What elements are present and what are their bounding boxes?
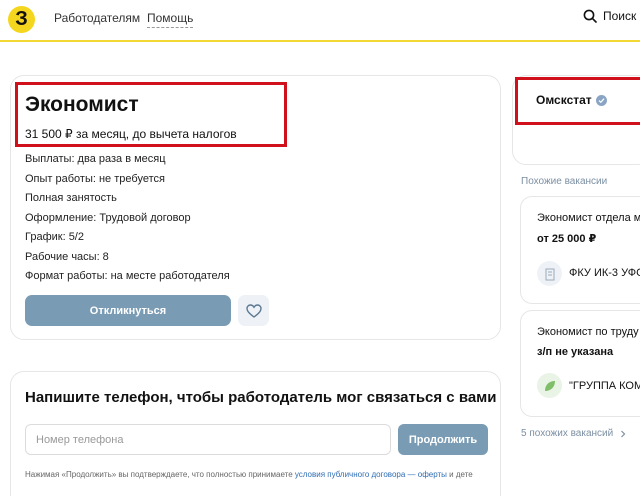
nav-employers-link[interactable]: Работодателям <box>54 11 140 25</box>
more-similar-label: 5 похожих вакансий <box>521 428 614 439</box>
chevron-right-icon <box>621 430 626 437</box>
search-label: Поиск <box>603 9 637 23</box>
respond-button[interactable]: Откликнуться <box>25 295 231 326</box>
nav-help-link[interactable]: Помощь <box>147 11 194 28</box>
phone-form-title: Напишите телефон, чтобы работодатель мог… <box>25 389 497 406</box>
favorite-button[interactable] <box>238 295 269 326</box>
continue-button[interactable]: Продолжить <box>398 424 488 455</box>
phone-input[interactable] <box>25 424 391 455</box>
detail-employment: Полная занятость <box>25 192 117 204</box>
search-button[interactable]: Поиск <box>583 9 636 23</box>
employer-link[interactable]: Омскстат <box>536 93 607 107</box>
employer-name: Омскстат <box>536 93 592 107</box>
similar-vacancy-card[interactable]: Экономист отдела м от 25 000 ₽ ФКУ ИК-3 … <box>520 196 640 304</box>
legal-text: Нажимая «Продолжить» вы подтверждаете, ч… <box>25 470 295 479</box>
detail-payments: Выплаты: два раза в месяц <box>25 153 166 165</box>
similar-vacancy-title[interactable]: Экономист отдела м <box>537 212 640 224</box>
company-logo <box>537 373 562 398</box>
detail-contract: Оформление: Трудовой договор <box>25 211 191 224</box>
verified-icon <box>595 94 607 106</box>
similar-vacancy-company: "ГРУППА КОМ <box>569 380 640 392</box>
phone-form-card: Напишите телефон, чтобы работодатель мог… <box>10 371 501 496</box>
company-logo <box>537 261 562 286</box>
similar-vacancy-salary: з/п не указана <box>537 346 614 358</box>
similar-vacancy-card[interactable]: Экономист по труду з/п не указана "ГРУПП… <box>520 310 640 417</box>
detail-schedule: График: 5/2 <box>25 231 84 243</box>
similar-vacancy-title[interactable]: Экономист по труду <box>537 326 639 338</box>
detail-experience: Опыт работы: не требуется <box>25 172 165 185</box>
top-header: З Работодателям Помощь Поиск <box>0 0 640 42</box>
similar-vacancy-salary: от 25 000 ₽ <box>537 233 597 245</box>
vacancy-details: Выплаты: два раза в месяц Опыт работы: н… <box>25 150 230 287</box>
more-similar-link[interactable]: 5 похожих вакансий <box>521 428 628 439</box>
vacancy-title: Экономист <box>25 93 139 116</box>
similar-vacancies-heading: Похожие вакансии <box>521 176 608 187</box>
legal-tail: и дете <box>446 470 473 479</box>
offer-link[interactable]: условия публичного договора — оферты <box>295 470 447 479</box>
legal-notice: Нажимая «Продолжить» вы подтверждаете, ч… <box>25 469 495 480</box>
site-logo[interactable]: З <box>8 6 35 33</box>
employer-card <box>512 75 640 165</box>
detail-hours: Рабочие часы: 8 <box>25 250 109 263</box>
vacancy-card: Экономист 31 500 ₽ за месяц, до вычета н… <box>10 75 501 340</box>
similar-vacancy-company: ФКУ ИК-3 УФС <box>569 267 640 279</box>
building-icon <box>545 268 554 280</box>
vacancy-salary: 31 500 ₽ за месяц, до вычета налогов <box>25 127 237 141</box>
search-icon <box>583 9 597 23</box>
detail-work-format: Формат работы: на месте работодателя <box>25 270 230 282</box>
heart-icon <box>245 303 262 318</box>
leaf-icon <box>544 380 555 391</box>
